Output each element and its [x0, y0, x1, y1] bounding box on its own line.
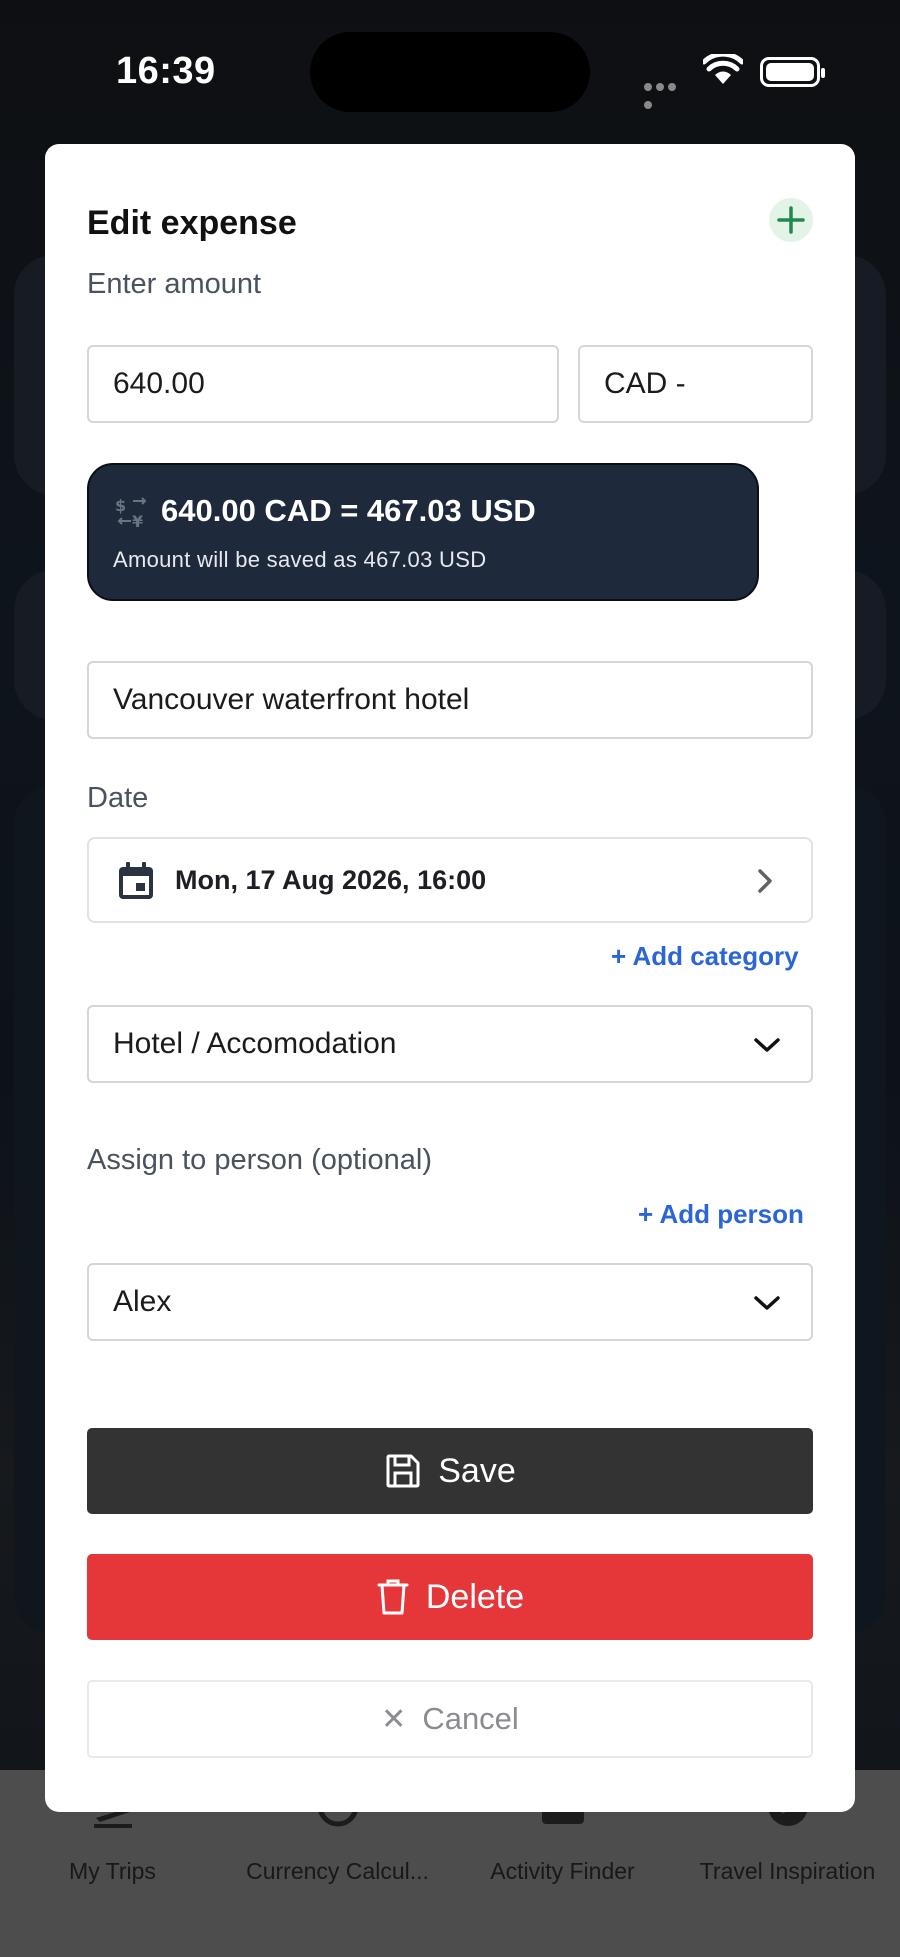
save-label: Save: [438, 1451, 516, 1490]
wifi-icon: [703, 54, 743, 84]
description-input[interactable]: Vancouver waterfront hotel: [87, 661, 813, 739]
trash-icon: [377, 1579, 409, 1615]
add-category-link[interactable]: + Add category: [611, 941, 799, 972]
description-value: Vancouver waterfront hotel: [113, 683, 470, 716]
close-icon: ✕: [381, 1702, 407, 1736]
dynamic-island: [310, 32, 590, 112]
amount-input[interactable]: 640.00: [87, 345, 559, 423]
cancel-label: Cancel: [422, 1701, 519, 1736]
amount-label: Enter amount: [87, 268, 262, 300]
conversion-sub-text: Amount will be saved as 467.03 USD: [113, 547, 487, 572]
add-button[interactable]: [769, 198, 813, 242]
category-value: Hotel / Accomodation: [113, 1027, 397, 1060]
svg-text:¥: ¥: [132, 512, 143, 529]
add-person-link[interactable]: + Add person: [638, 1199, 804, 1230]
status-bar: 16:39: [0, 0, 900, 140]
save-icon: [386, 1454, 420, 1488]
currency-value: CAD -: [604, 367, 686, 400]
save-button[interactable]: Save: [87, 1428, 813, 1514]
date-value: Mon, 17 Aug 2026, 16:00: [175, 865, 487, 895]
chevron-down-icon: [754, 1038, 780, 1052]
calendar-icon: [119, 862, 153, 899]
cellular-signal-icon: [644, 78, 690, 109]
plus-icon: [777, 206, 805, 234]
date-label: Date: [87, 782, 149, 814]
date-picker[interactable]: Mon, 17 Aug 2026, 16:00: [87, 837, 813, 923]
chevron-right-icon: [758, 869, 772, 893]
delete-button[interactable]: Delete: [87, 1554, 813, 1640]
person-select[interactable]: Alex: [87, 1263, 813, 1341]
currency-select[interactable]: CAD -: [578, 345, 813, 423]
delete-label: Delete: [425, 1577, 525, 1616]
modal-title: Edit expense: [87, 204, 297, 242]
category-select[interactable]: Hotel / Accomodation: [87, 1005, 813, 1083]
currency-exchange-icon: $ ¥: [115, 496, 147, 529]
conversion-info: $ ¥ 640.00 CAD = 467.03 USD Amount will …: [87, 463, 759, 601]
conversion-main-text: 640.00 CAD = 467.03 USD: [161, 493, 536, 528]
cancel-button[interactable]: ✕ Cancel: [87, 1680, 813, 1758]
amount-value: 640.00: [113, 367, 205, 400]
person-label: Assign to person (optional): [87, 1144, 432, 1176]
battery-icon: [760, 57, 825, 87]
person-value: Alex: [113, 1285, 172, 1318]
chevron-down-icon: [754, 1296, 780, 1310]
status-time: 16:39: [116, 50, 216, 92]
edit-expense-modal: Edit expense Enter amount 640.00 CAD - $…: [45, 144, 855, 1812]
svg-text:$: $: [115, 496, 126, 515]
